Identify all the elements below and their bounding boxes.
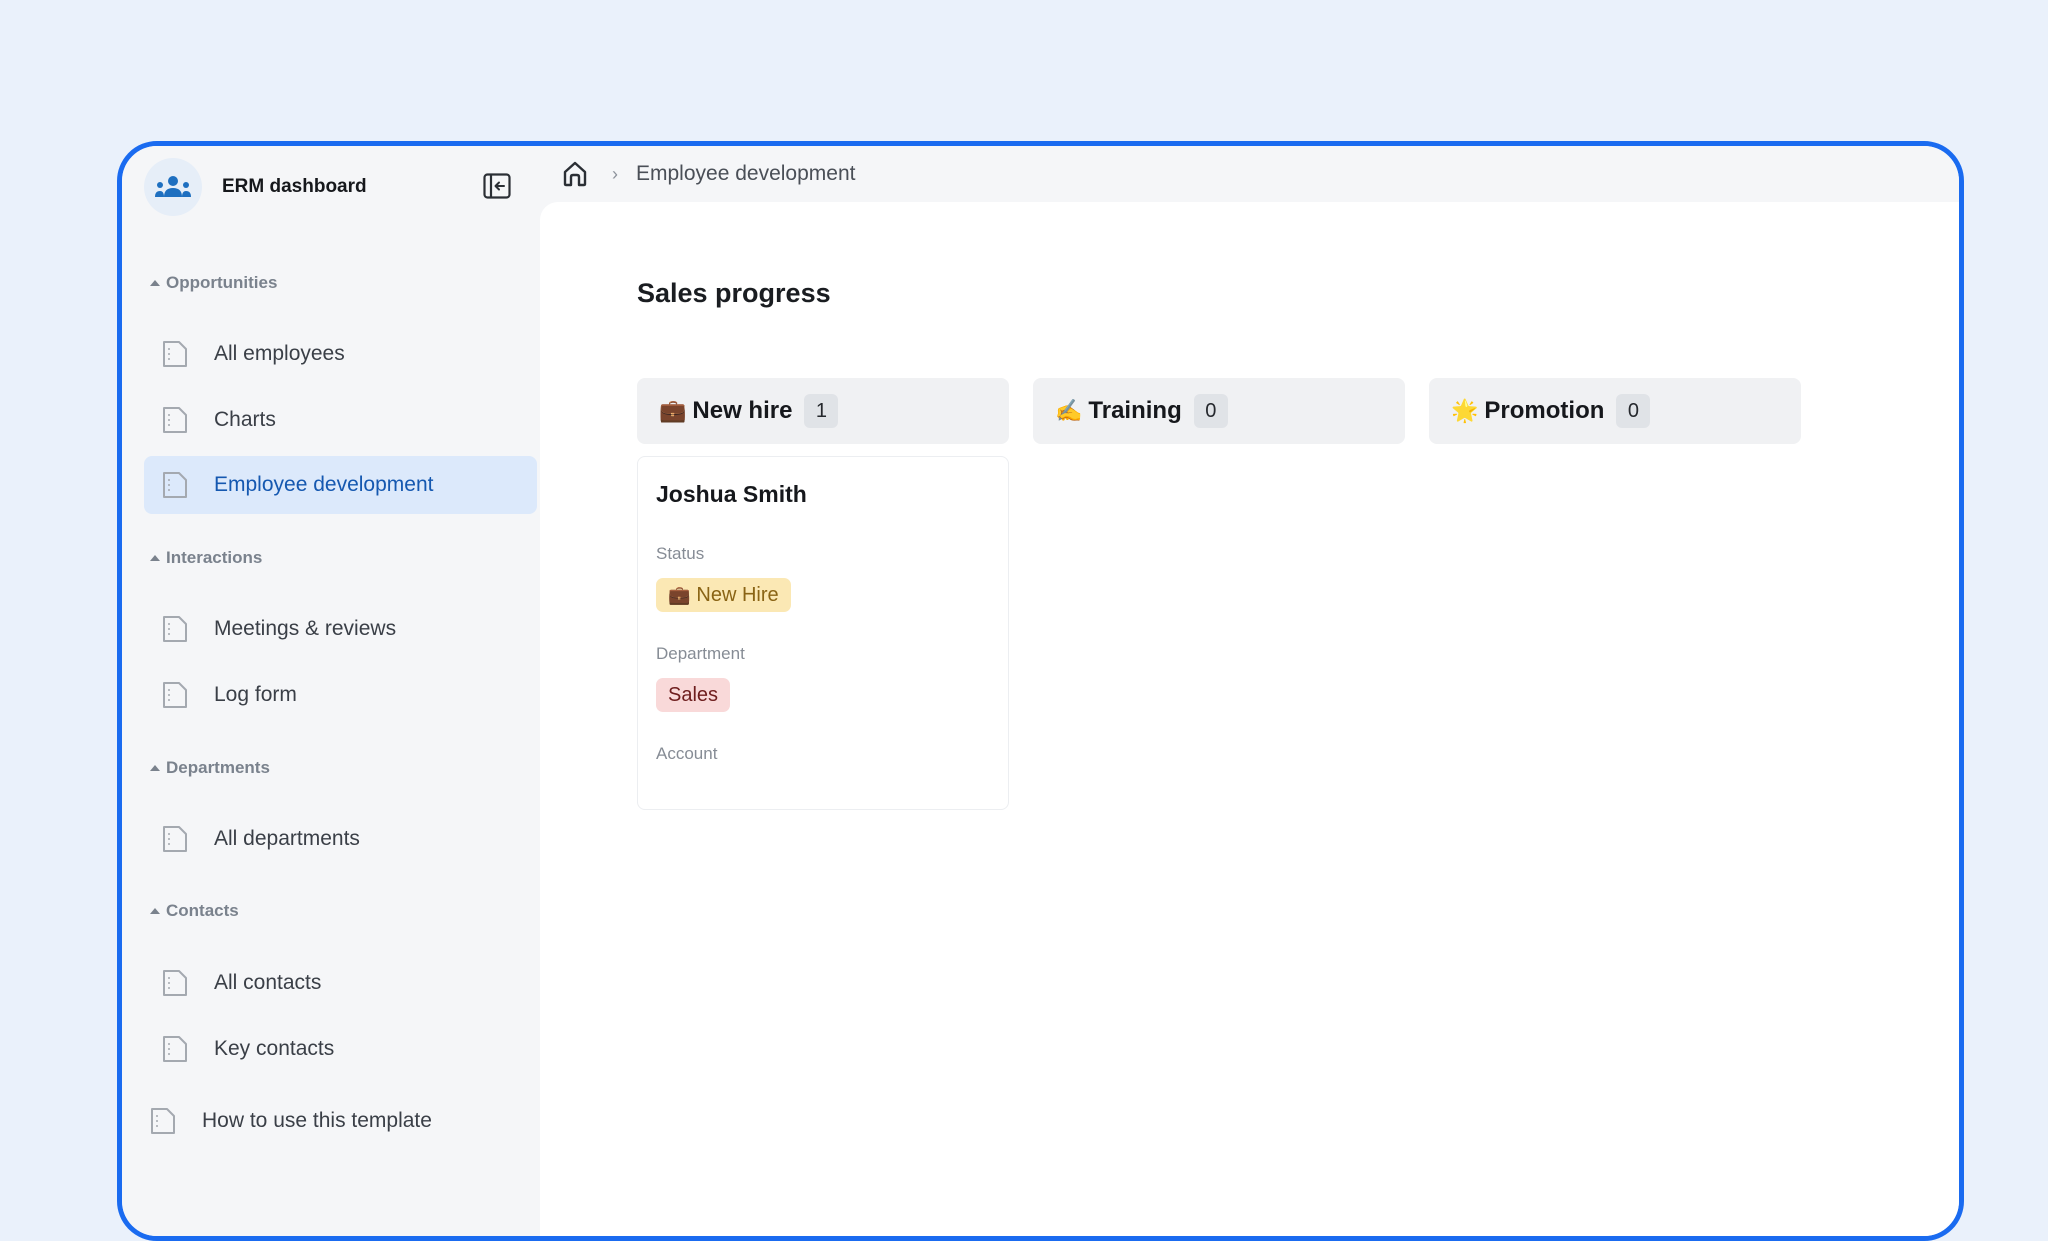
- section-title: Departments: [166, 758, 270, 777]
- breadcrumb-current[interactable]: Employee development: [636, 162, 855, 186]
- briefcase-icon: 💼: [668, 584, 691, 605]
- board-column-promotion: 🌟 Promotion 0: [1429, 378, 1801, 444]
- sidebar-item-label: All departments: [214, 827, 360, 850]
- page-icon: [163, 970, 187, 996]
- sidebar-item-label: How to use this template: [202, 1109, 432, 1132]
- count-badge: 0: [1193, 394, 1228, 428]
- caret-up-icon: [150, 765, 160, 771]
- page-icon: [163, 682, 187, 708]
- sidebar: ERM dashboard Opportunities All employee…: [122, 146, 540, 1236]
- page-title: Sales progress: [637, 278, 831, 308]
- sidebar-item-label: Meetings & reviews: [214, 617, 397, 640]
- sidebar-item-label: All employees: [214, 342, 345, 365]
- section-opportunities[interactable]: Opportunities: [150, 273, 277, 293]
- app-title: ERM dashboard: [222, 176, 367, 197]
- sidebar-item-key-contacts[interactable]: Key contacts: [144, 1020, 537, 1078]
- count-badge: 1: [804, 394, 839, 428]
- sidebar-collapse-icon: [483, 173, 511, 199]
- board-column-training: ✍️ Training 0: [1033, 378, 1405, 444]
- section-interactions[interactable]: Interactions: [150, 548, 262, 568]
- main-content: Sales progress 💼 New hire 1 Joshua Smith…: [540, 202, 1959, 1236]
- employee-card[interactable]: Joshua Smith Status 💼 New Hire Departmen…: [637, 456, 1009, 810]
- column-title: Promotion: [1484, 397, 1605, 424]
- column-title: New hire: [692, 397, 793, 424]
- page-icon: [151, 1108, 175, 1134]
- sidebar-item-all-contacts[interactable]: All contacts: [144, 954, 537, 1012]
- department-label: Department: [656, 644, 745, 663]
- department-badge: Sales: [656, 678, 731, 712]
- sidebar-item-label: Key contacts: [214, 1037, 335, 1060]
- breadcrumb: › Employee development: [540, 146, 1959, 202]
- status-value: New Hire: [696, 583, 779, 606]
- page-icon: [163, 341, 187, 367]
- sidebar-item-all-departments[interactable]: All departments: [144, 810, 537, 868]
- home-button[interactable]: [560, 159, 590, 189]
- sidebar-item-log-form[interactable]: Log form: [144, 666, 537, 724]
- page-icon: [163, 616, 187, 642]
- caret-up-icon: [150, 555, 160, 561]
- collapse-sidebar-button[interactable]: [482, 172, 512, 200]
- sidebar-item-charts[interactable]: Charts: [144, 391, 537, 449]
- sidebar-item-label: Log form: [214, 683, 297, 706]
- caret-up-icon: [150, 908, 160, 914]
- star-icon: 🌟: [1451, 398, 1479, 423]
- app-window: ERM dashboard Opportunities All employee…: [117, 141, 1964, 1241]
- users-group-icon: [144, 158, 202, 216]
- section-title: Interactions: [166, 548, 263, 567]
- card-title: Joshua Smith: [656, 481, 807, 507]
- column-header[interactable]: 💼 New hire 1: [637, 378, 1009, 444]
- writing-hand-icon: ✍️: [1055, 398, 1083, 423]
- brand: ERM dashboard: [144, 158, 367, 216]
- status-label: Status: [656, 544, 705, 563]
- page-icon: [163, 826, 187, 852]
- caret-up-icon: [150, 280, 160, 286]
- briefcase-icon: 💼: [659, 398, 687, 423]
- home-icon: [563, 161, 587, 187]
- chevron-right-icon: ›: [612, 163, 618, 184]
- page-icon: [163, 472, 187, 498]
- section-departments[interactable]: Departments: [150, 758, 270, 778]
- count-badge: 0: [1616, 394, 1651, 428]
- section-title: Contacts: [166, 901, 239, 920]
- sidebar-item-employee-development[interactable]: Employee development: [144, 456, 537, 514]
- page-icon: [163, 1036, 187, 1062]
- sidebar-item-how-to-use[interactable]: How to use this template: [132, 1092, 525, 1150]
- sidebar-item-label: All contacts: [214, 971, 322, 994]
- board-column-new-hire: 💼 New hire 1 Joshua Smith Status 💼 New H…: [637, 378, 1009, 810]
- sidebar-item-all-employees[interactable]: All employees: [144, 325, 537, 383]
- sidebar-item-meetings-reviews[interactable]: Meetings & reviews: [144, 600, 537, 658]
- account-label: Account: [656, 744, 718, 763]
- status-badge: 💼 New Hire: [656, 578, 791, 612]
- column-header[interactable]: ✍️ Training 0: [1033, 378, 1405, 444]
- section-title: Opportunities: [166, 273, 278, 292]
- column-header[interactable]: 🌟 Promotion 0: [1429, 378, 1801, 444]
- sidebar-item-label: Charts: [214, 408, 276, 431]
- sidebar-item-label: Employee development: [214, 473, 434, 496]
- page-icon: [163, 407, 187, 433]
- column-title: Training: [1088, 397, 1182, 424]
- section-contacts[interactable]: Contacts: [150, 901, 239, 921]
